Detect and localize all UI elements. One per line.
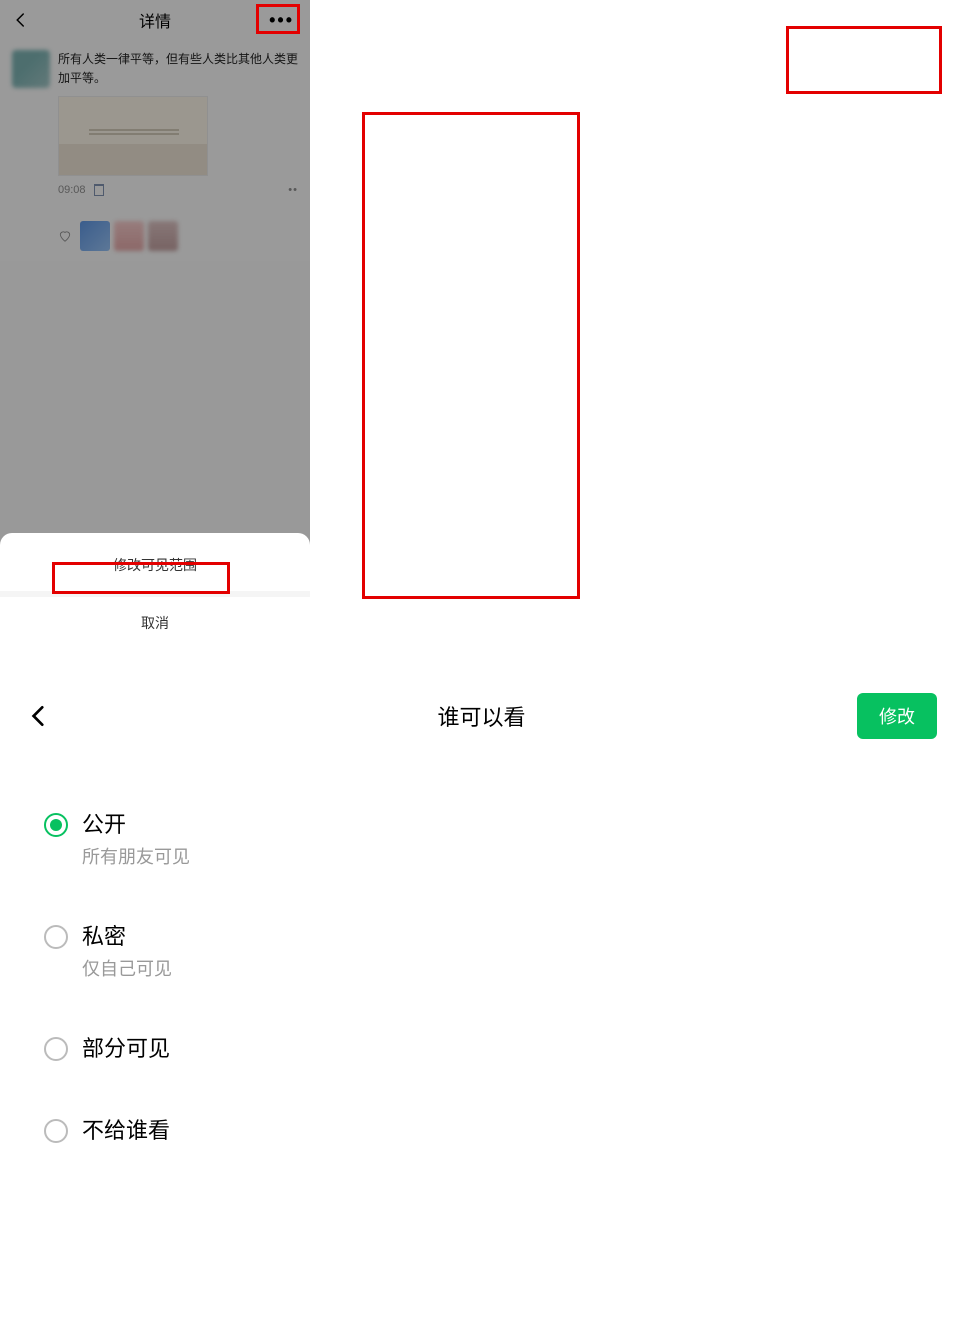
likes-row <box>58 221 298 251</box>
action-sheet: 修改可见范围 取消 <box>0 533 310 663</box>
option-private[interactable]: 私密 仅自己可见 <box>44 919 236 981</box>
option-partial[interactable]: 部分可见 <box>44 1031 236 1063</box>
avatar[interactable] <box>12 50 50 88</box>
liker-avatar[interactable] <box>148 221 178 251</box>
highlight-box <box>362 112 580 599</box>
cancel-button[interactable]: 取消 <box>20 601 290 645</box>
post-content: 所有人类一律平等，但有些人类比其他人类更加平等。 09:08 •• <box>0 40 310 261</box>
left-screen: 详情 ••• 所有人类一律平等，但有些人类比其他人类更加平等。 09:08 <box>0 0 310 663</box>
right-screen: 谁可以看 修改 公开 所有朋友可见 私密 仅自己可见 <box>0 663 963 1326</box>
left-header: 详情 ••• <box>0 0 310 40</box>
radio-icon <box>44 813 68 837</box>
post-more-icon[interactable]: •• <box>288 184 298 196</box>
separator <box>0 591 310 597</box>
visibility-options: 公开 所有朋友可见 私密 仅自己可见 部分可见 <box>30 783 250 1193</box>
page-title: 详情 <box>139 8 171 32</box>
option-public[interactable]: 公开 所有朋友可见 <box>44 807 236 869</box>
option-sub: 所有朋友可见 <box>82 843 190 869</box>
radio-icon <box>44 1037 68 1061</box>
right-header: 谁可以看 修改 <box>0 663 963 753</box>
page-title: 谁可以看 <box>437 700 525 732</box>
back-icon[interactable] <box>26 703 52 729</box>
trash-icon[interactable] <box>94 184 104 196</box>
heart-icon <box>58 229 72 243</box>
option-sub: 仅自己可见 <box>82 955 172 981</box>
liker-avatar[interactable] <box>114 221 144 251</box>
highlight-box <box>786 26 942 94</box>
radio-icon <box>44 925 68 949</box>
post-text: 所有人类一律平等，但有些人类比其他人类更加平等。 <box>58 50 298 88</box>
modify-visibility-button[interactable]: 修改可见范围 <box>20 543 290 587</box>
option-label: 公开 <box>82 807 190 839</box>
liker-avatar[interactable] <box>80 221 110 251</box>
option-block[interactable]: 不给谁看 <box>44 1113 236 1145</box>
post-time: 09:08 <box>58 184 86 196</box>
option-label: 不给谁看 <box>82 1113 170 1145</box>
post-image[interactable] <box>58 96 208 176</box>
back-icon[interactable] <box>10 9 32 31</box>
more-icon[interactable]: ••• <box>263 10 300 31</box>
option-label: 部分可见 <box>82 1031 170 1063</box>
option-label: 私密 <box>82 919 172 951</box>
modify-button[interactable]: 修改 <box>857 693 937 739</box>
radio-icon <box>44 1119 68 1143</box>
